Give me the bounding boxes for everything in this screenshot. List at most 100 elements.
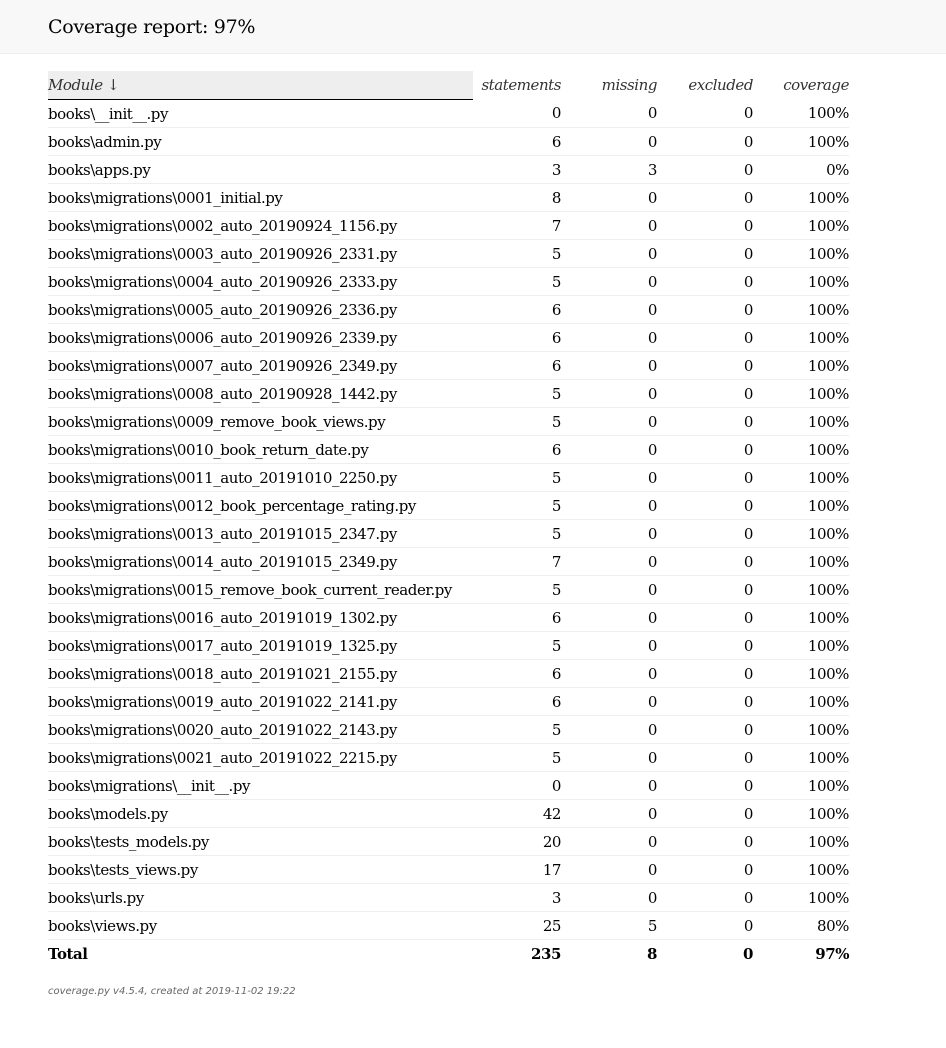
excluded-cell: 0 — [657, 911, 753, 940]
excluded-cell: 0 — [657, 267, 753, 296]
statements-cell: 3 — [473, 155, 561, 184]
excluded-cell: 0 — [657, 407, 753, 436]
module-link[interactable]: books\models.py — [48, 799, 473, 828]
coverage-cell: 100% — [753, 379, 849, 408]
missing-cell: 0 — [561, 267, 657, 296]
table-row: books\migrations\0014_auto_20191015_2349… — [48, 547, 849, 576]
table-row: books\migrations\0007_auto_20190926_2349… — [48, 351, 849, 380]
module-link[interactable]: books\migrations\0018_auto_20191021_2155… — [48, 659, 473, 688]
module-link[interactable]: books\migrations\0001_initial.py — [48, 183, 473, 212]
module-link[interactable]: books\migrations\0020_auto_20191022_2143… — [48, 715, 473, 744]
module-link[interactable]: books\migrations\0015_remove_book_curren… — [48, 575, 473, 604]
module-link[interactable]: books\migrations\0003_auto_20190926_2331… — [48, 239, 473, 268]
module-link[interactable]: books\migrations\0017_auto_20191019_1325… — [48, 631, 473, 660]
excluded-cell: 0 — [657, 771, 753, 800]
coverage-cell: 100% — [753, 687, 849, 716]
statements-cell: 5 — [473, 267, 561, 296]
module-link[interactable]: books\urls.py — [48, 883, 473, 912]
module-link[interactable]: books\admin.py — [48, 127, 473, 156]
module-link[interactable]: books\tests_views.py — [48, 855, 473, 884]
module-link[interactable]: books\migrations\0007_auto_20190926_2349… — [48, 351, 473, 380]
coverage-cell: 100% — [753, 575, 849, 604]
module-link[interactable]: books\migrations\0009_remove_book_views.… — [48, 407, 473, 436]
column-header-missing[interactable]: missing — [561, 71, 658, 100]
excluded-cell: 0 — [657, 211, 753, 240]
module-link[interactable]: books\migrations\__init__.py — [48, 771, 473, 800]
module-link[interactable]: books\__init__.py — [48, 99, 473, 128]
missing-cell: 0 — [561, 183, 657, 212]
report-header: Coverage report: 97% — [0, 0, 946, 54]
module-link[interactable]: books\migrations\0016_auto_20191019_1302… — [48, 603, 473, 632]
table-row: books\migrations\__init__.py 0 0 0 100% — [48, 771, 849, 800]
coverage-cell: 100% — [753, 127, 849, 156]
coverage-cell: 100% — [753, 295, 849, 324]
missing-cell: 0 — [561, 575, 657, 604]
module-link[interactable]: books\migrations\0019_auto_20191022_2141… — [48, 687, 473, 716]
module-link[interactable]: books\migrations\0021_auto_20191022_2215… — [48, 743, 473, 772]
module-link[interactable]: books\migrations\0004_auto_20190926_2333… — [48, 267, 473, 296]
missing-cell: 0 — [561, 771, 657, 800]
module-link[interactable]: books\migrations\0005_auto_20190926_2336… — [48, 295, 473, 324]
module-link[interactable]: books\views.py — [48, 911, 473, 940]
missing-cell: 0 — [561, 631, 657, 660]
table-row: books\urls.py 3 0 0 100% — [48, 883, 849, 912]
table-row: books\migrations\0003_auto_20190926_2331… — [48, 239, 849, 268]
excluded-cell: 0 — [657, 603, 753, 632]
total-statements: 235 — [531, 945, 561, 963]
excluded-cell: 0 — [657, 715, 753, 744]
coverage-cell: 100% — [753, 603, 849, 632]
missing-cell: 0 — [561, 491, 657, 520]
module-link[interactable]: books\tests_models.py — [48, 827, 473, 856]
missing-cell: 0 — [561, 99, 657, 128]
column-header-statements[interactable]: statements — [473, 71, 561, 100]
coverage-cell: 100% — [753, 407, 849, 436]
statements-cell: 5 — [473, 407, 561, 436]
coverage-cell: 100% — [753, 435, 849, 464]
module-link[interactable]: books\migrations\0014_auto_20191015_2349… — [48, 547, 473, 576]
coverage-cell: 0% — [753, 155, 849, 184]
missing-cell: 0 — [561, 687, 657, 716]
statements-cell: 5 — [473, 575, 561, 604]
footer-text: coverage.py v4.5.4, created at 2019-11-0… — [48, 986, 296, 997]
statements-cell: 42 — [473, 799, 561, 828]
table-row: books\migrations\0011_auto_20191010_2250… — [48, 463, 849, 492]
table-row: books\apps.py 3 3 0 0% — [48, 155, 849, 184]
column-header-module[interactable]: Module ↓ — [48, 71, 473, 100]
page-title: Coverage report: 97% — [48, 16, 256, 38]
statements-cell: 5 — [473, 491, 561, 520]
statements-cell: 5 — [473, 379, 561, 408]
coverage-cell: 100% — [753, 855, 849, 884]
statements-cell: 6 — [473, 603, 561, 632]
total-excluded: 0 — [743, 945, 753, 963]
missing-cell: 5 — [561, 911, 657, 940]
excluded-cell: 0 — [657, 855, 753, 884]
excluded-cell: 0 — [657, 519, 753, 548]
table-row: books\migrations\0021_auto_20191022_2215… — [48, 743, 849, 772]
module-link[interactable]: books\migrations\0013_auto_20191015_2347… — [48, 519, 473, 548]
table-row: books\migrations\0005_auto_20190926_2336… — [48, 295, 849, 324]
total-coverage: 97% — [815, 945, 849, 963]
missing-cell: 3 — [561, 155, 657, 184]
missing-cell: 0 — [561, 547, 657, 576]
coverage-cell: 100% — [753, 463, 849, 492]
coverage-cell: 100% — [753, 239, 849, 268]
module-link[interactable]: books\migrations\0010_book_return_date.p… — [48, 435, 473, 464]
statements-cell: 7 — [473, 211, 561, 240]
module-link[interactable]: books\migrations\0006_auto_20190926_2339… — [48, 323, 473, 352]
missing-cell: 0 — [561, 295, 657, 324]
missing-cell: 0 — [561, 715, 657, 744]
module-link[interactable]: books\migrations\0011_auto_20191010_2250… — [48, 463, 473, 492]
excluded-cell: 0 — [657, 127, 753, 156]
coverage-cell: 100% — [753, 743, 849, 772]
table-row: books\migrations\0019_auto_20191022_2141… — [48, 687, 849, 716]
excluded-cell: 0 — [657, 239, 753, 268]
module-link[interactable]: books\migrations\0002_auto_20190924_1156… — [48, 211, 473, 240]
coverage-cell: 100% — [753, 211, 849, 240]
coverage-cell: 100% — [753, 883, 849, 912]
column-header-coverage[interactable]: coverage — [753, 71, 849, 100]
table-row: books\migrations\0020_auto_20191022_2143… — [48, 715, 849, 744]
module-link[interactable]: books\apps.py — [48, 155, 473, 184]
module-link[interactable]: books\migrations\0008_auto_20190928_1442… — [48, 379, 473, 408]
column-header-excluded[interactable]: excluded — [657, 71, 753, 100]
module-link[interactable]: books\migrations\0012_book_percentage_ra… — [48, 491, 473, 520]
